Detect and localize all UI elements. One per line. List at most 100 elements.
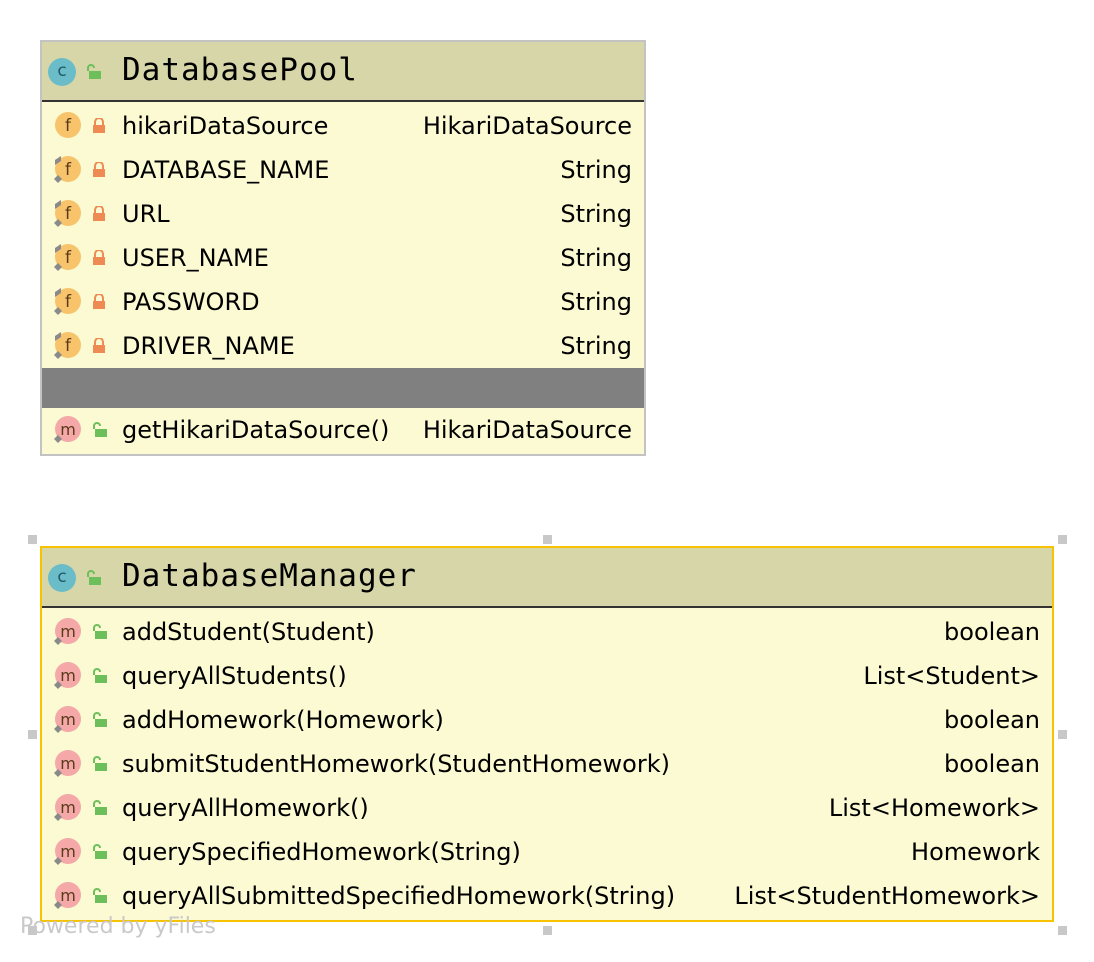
class-icon: c [48, 564, 76, 592]
public-lock-icon [87, 570, 101, 585]
class-node-databasemanager[interactable]: c DatabaseManager m addStudent(Student) bo… [40, 546, 1054, 922]
field-type: String [560, 200, 632, 228]
svg-text:f: f [65, 248, 72, 268]
field-name: PASSWORD [122, 288, 260, 316]
svg-text:m: m [60, 710, 76, 729]
private-lock-icon [93, 250, 105, 265]
field-row[interactable]: f hikariDataSource HikariDataSource [42, 104, 644, 148]
public-lock-icon [93, 422, 107, 437]
resize-handle[interactable] [543, 926, 552, 935]
field-type: String [560, 156, 632, 184]
field-row[interactable]: f DRIVER_NAME String [42, 324, 644, 368]
field-row[interactable]: f PASSWORD String [42, 280, 644, 324]
method-icon: m [54, 794, 81, 821]
public-lock-icon [93, 756, 107, 771]
field-row[interactable]: f URL String [42, 192, 644, 236]
svg-text:f: f [65, 204, 72, 224]
empty-section [42, 368, 644, 408]
fields-section: f hikariDataSource HikariDataSource f DATABA… [42, 102, 644, 368]
svg-text:m: m [60, 798, 76, 817]
method-row[interactable]: m getHikariDataSource() HikariDataSource [42, 408, 644, 452]
field-row[interactable]: f DATABASE_NAME String [42, 148, 644, 192]
method-row[interactable]: m queryAllHomework() List<Homework> [42, 786, 1052, 830]
svg-text:m: m [60, 666, 76, 685]
class-title: DatabasePool [122, 52, 358, 88]
svg-text:f: f [65, 160, 72, 180]
resize-handle[interactable] [28, 730, 37, 739]
public-lock-icon [93, 712, 107, 727]
method-name: addStudent(Student) [122, 618, 375, 646]
methods-section: m addStudent(Student) boolean m queryAllStud… [42, 608, 1052, 918]
method-icon: m [54, 416, 81, 443]
svg-text:m: m [60, 842, 76, 861]
return-type: List<Homework> [828, 794, 1040, 822]
method-icon: m [54, 662, 81, 689]
method-icon: m [54, 750, 81, 777]
method-name: queryAllSubmittedSpecifiedHomework(Strin… [122, 882, 676, 910]
return-type: List<StudentHomework> [734, 882, 1040, 910]
method-row[interactable]: m querySpecifiedHomework(String) Homework [42, 830, 1052, 874]
method-row[interactable]: m addStudent(Student) boolean [42, 610, 1052, 654]
field-row[interactable]: f USER_NAME String [42, 236, 644, 280]
class-node-databasepool[interactable]: c DatabasePool f hikariDataSource HikariDa… [40, 40, 646, 456]
field-name: URL [122, 200, 170, 228]
method-name: submitStudentHomework(StudentHomework) [122, 750, 670, 778]
method-name: queryAllHomework() [122, 794, 369, 822]
class-header: c DatabaseManager [42, 548, 1052, 608]
resize-handle[interactable] [1058, 535, 1067, 544]
svg-text:f: f [65, 116, 72, 136]
public-lock-icon [93, 668, 107, 683]
method-name: getHikariDataSource() [122, 416, 390, 444]
method-row[interactable]: m addHomework(Homework) boolean [42, 698, 1052, 742]
field-name: USER_NAME [122, 244, 269, 272]
static-field-icon: f [54, 200, 81, 227]
method-name: queryAllStudents() [122, 662, 347, 690]
private-lock-icon [93, 338, 105, 353]
return-type: List<Student> [863, 662, 1040, 690]
public-lock-icon [87, 64, 101, 79]
class-title: DatabaseManager [122, 558, 417, 594]
field-name: hikariDataSource [122, 112, 329, 140]
svg-text:m: m [60, 886, 76, 905]
svg-text:f: f [65, 292, 72, 312]
private-lock-icon [93, 294, 105, 309]
method-row[interactable]: m queryAllSubmittedSpecifiedHomework(Stri… [42, 874, 1052, 918]
method-icon: m [54, 706, 81, 733]
public-lock-icon [93, 624, 107, 639]
class-icon: c [48, 58, 76, 86]
method-icon: m [54, 618, 81, 645]
return-type: boolean [944, 618, 1040, 646]
method-row[interactable]: m queryAllStudents() List<Student> [42, 654, 1052, 698]
svg-text:f: f [65, 336, 72, 356]
resize-handle[interactable] [1058, 926, 1067, 935]
return-type: Homework [911, 838, 1040, 866]
svg-text:m: m [60, 622, 76, 641]
field-type: String [560, 244, 632, 272]
method-icon: m [54, 838, 81, 865]
field-icon: f [55, 112, 81, 138]
field-type: String [560, 332, 632, 360]
static-field-icon: f [54, 288, 81, 315]
method-row[interactable]: m submitStudentHomework(StudentHomework) b… [42, 742, 1052, 786]
static-field-icon: f [54, 156, 81, 183]
resize-handle[interactable] [543, 535, 552, 544]
field-type: String [560, 288, 632, 316]
field-name: DATABASE_NAME [122, 156, 330, 184]
resize-handle[interactable] [1058, 730, 1067, 739]
field-name: DRIVER_NAME [122, 332, 295, 360]
return-type: HikariDataSource [422, 416, 632, 444]
return-type: boolean [944, 750, 1040, 778]
method-name: addHomework(Homework) [122, 706, 444, 734]
private-lock-icon [93, 162, 105, 177]
resize-handle[interactable] [28, 535, 37, 544]
public-lock-icon [93, 844, 107, 859]
class-header: c DatabasePool [42, 42, 644, 102]
public-lock-icon [93, 888, 107, 903]
svg-text:m: m [60, 420, 76, 439]
methods-section: m getHikariDataSource() HikariDataSource [42, 408, 644, 452]
private-lock-icon [93, 118, 105, 133]
watermark: Powered by yFiles [20, 914, 216, 939]
public-lock-icon [93, 800, 107, 815]
method-name: querySpecifiedHomework(String) [122, 838, 521, 866]
static-field-icon: f [54, 244, 81, 271]
